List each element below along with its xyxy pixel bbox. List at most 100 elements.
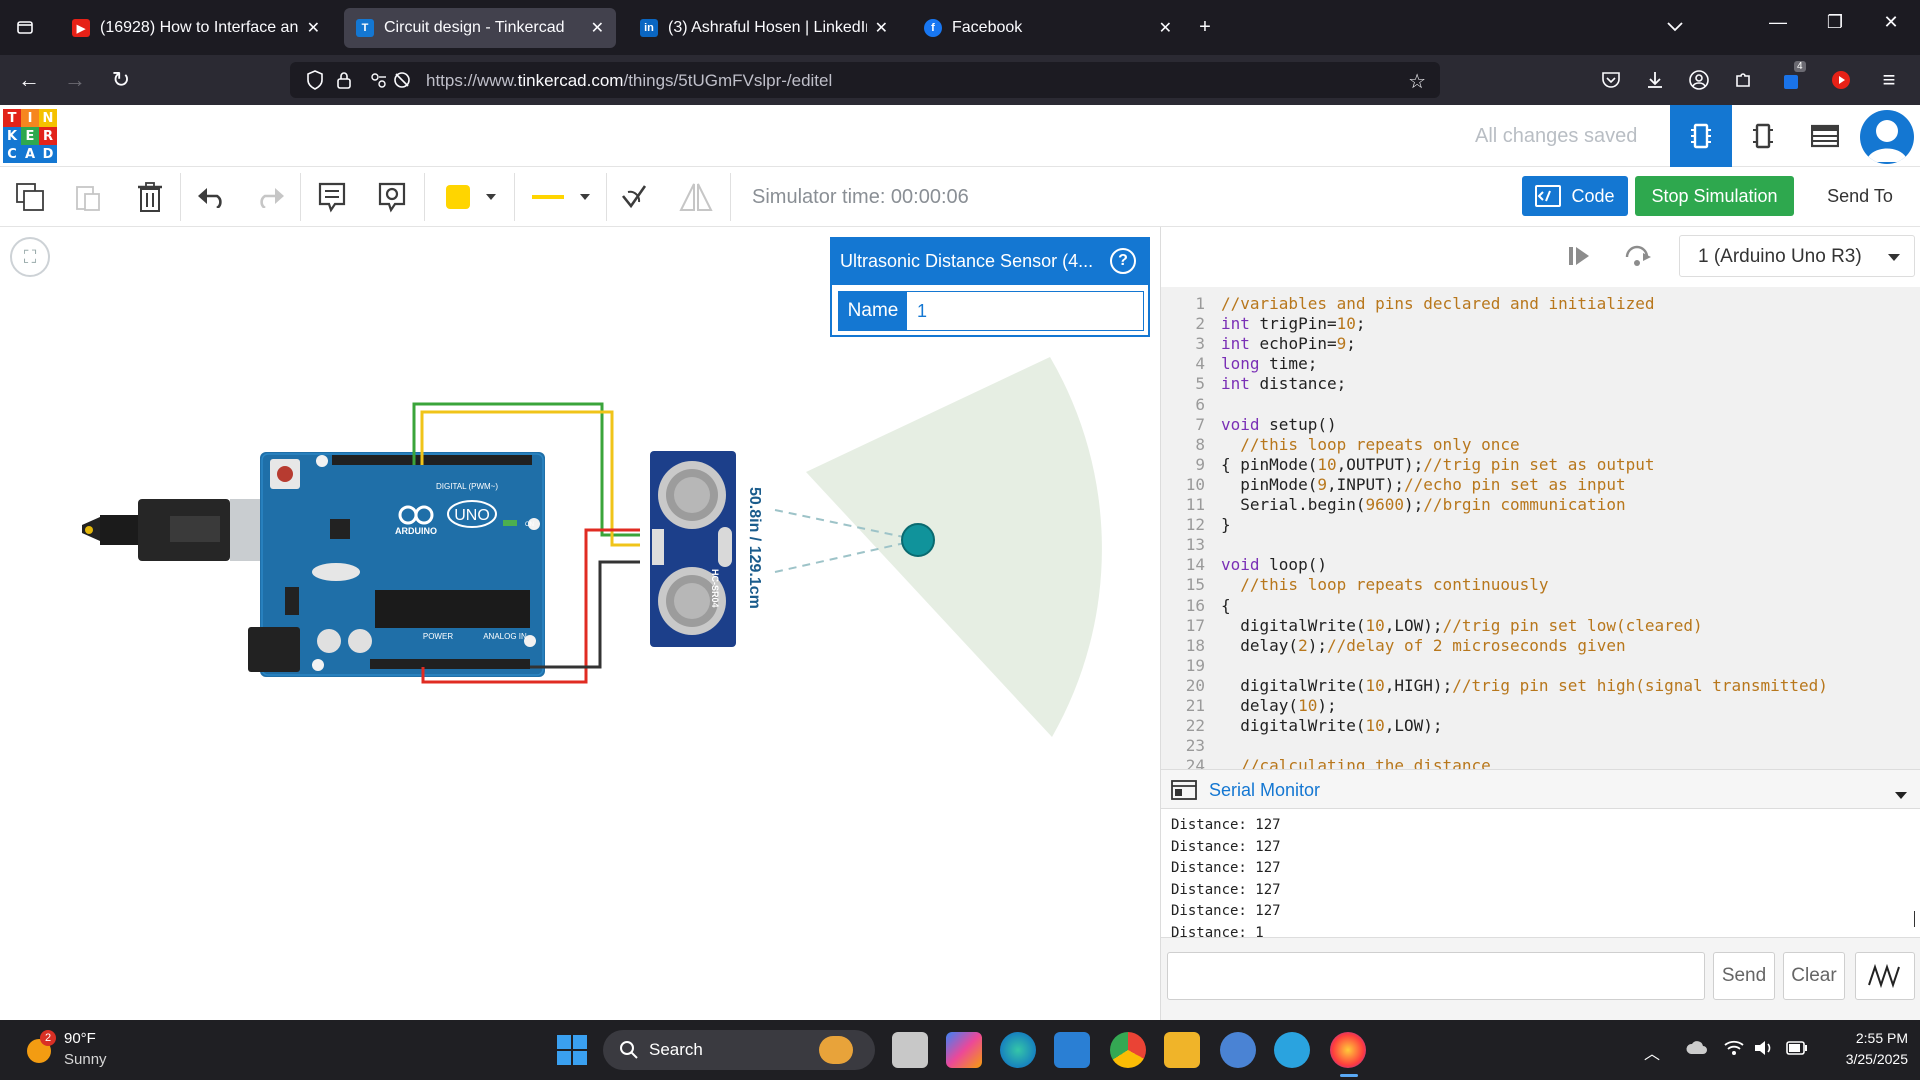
firefox-icon[interactable]	[1330, 1032, 1366, 1068]
microsoft-store-icon[interactable]	[1054, 1032, 1090, 1068]
serial-line: Distance: 1	[1171, 924, 1264, 938]
chrome-icon[interactable]	[1110, 1032, 1146, 1068]
device-select[interactable]: 1 (Arduino Uno R3)	[1679, 235, 1915, 277]
clock-time[interactable]: 2:55 PM	[1822, 1030, 1908, 1046]
rotate-icon[interactable]	[614, 177, 654, 217]
redo-icon[interactable]	[250, 177, 290, 217]
view-notes-icon[interactable]	[372, 177, 412, 217]
url-text[interactable]: https://www.tinkercad.com/things/5tUGmFV…	[426, 71, 832, 91]
serial-monitor-header[interactable]: Serial Monitor	[1161, 769, 1920, 809]
browser-tab[interactable]: in (3) Ashraful Hosen | LinkedIn ✕	[628, 8, 900, 48]
clear-button[interactable]: Clear	[1783, 952, 1845, 1000]
circuit-workplane[interactable]: ⛶ UNO ARDUINO DIGITAL (PWM~) POWER ANALO…	[0, 227, 1160, 1020]
serial-input[interactable]	[1167, 952, 1705, 1000]
sensor-range-cone	[806, 357, 1102, 737]
extension-badge-icon[interactable]: 4	[1780, 61, 1806, 93]
serial-output[interactable]: Distance: 127 Distance: 127 Distance: 127 D…	[1161, 809, 1920, 937]
send-button[interactable]: Send	[1713, 952, 1775, 1000]
tinkercad-logo[interactable]: TINKERCAD	[3, 109, 57, 163]
account-icon[interactable]	[1686, 67, 1712, 93]
windows-start-icon[interactable]	[556, 1034, 588, 1071]
code-line: 1 //variables and pins declared and initi…	[1161, 294, 1920, 314]
name-field[interactable]: Name 1	[838, 291, 1144, 331]
fill-color-picker[interactable]	[436, 177, 506, 217]
search-highlight-icon	[819, 1036, 853, 1064]
logo-letter: K	[3, 127, 21, 145]
weather-condition[interactable]: Sunny	[64, 1051, 107, 1068]
code-editor-icon	[1535, 185, 1562, 207]
volume-icon[interactable]	[1754, 1040, 1776, 1061]
undo-icon[interactable]	[192, 177, 232, 217]
clock-date[interactable]: 3/25/2025	[1822, 1051, 1908, 1067]
wire-type-picker[interactable]	[524, 177, 598, 217]
qbittorrent-icon[interactable]	[1220, 1032, 1256, 1068]
code-token: 10	[1298, 696, 1318, 715]
downloads-icon[interactable]	[1642, 67, 1668, 93]
code-text: int trigPin=10;	[1221, 314, 1366, 334]
lock-icon[interactable]	[336, 70, 352, 95]
restore-icon[interactable]: ❐	[1820, 12, 1850, 33]
reload-icon[interactable]: ↻	[108, 67, 134, 93]
wifi-icon[interactable]	[1724, 1040, 1744, 1061]
tab-close-icon[interactable]: ✕	[591, 18, 604, 38]
paste-icon[interactable]	[68, 177, 108, 217]
extensions-icon[interactable]	[1730, 67, 1756, 93]
component-list-icon[interactable]	[1794, 105, 1856, 167]
name-field-value[interactable]: 1	[917, 301, 927, 322]
telegram-icon[interactable]	[1274, 1032, 1310, 1068]
edge-icon[interactable]	[1000, 1032, 1036, 1068]
forward-icon[interactable]: →	[62, 67, 88, 93]
copilot-icon[interactable]	[946, 1032, 982, 1068]
wire-color-swatch	[532, 195, 564, 199]
permissions-icon[interactable]	[370, 71, 414, 94]
simulator-time: Simulator time: 00:00:06	[752, 186, 969, 208]
schematic-view-icon[interactable]	[1732, 105, 1794, 167]
stop-simulation-button[interactable]: Stop Simulation	[1635, 176, 1794, 216]
battery-icon[interactable]	[1786, 1041, 1808, 1060]
shield-icon[interactable]	[306, 70, 324, 95]
copy-icon[interactable]	[10, 177, 50, 217]
step-play-icon[interactable]	[1567, 245, 1591, 272]
task-view-icon[interactable]	[892, 1032, 928, 1068]
step-over-icon[interactable]	[1623, 245, 1651, 272]
browser-tab[interactable]: ▶ (16928) How to Interface an Ult ✕	[60, 8, 332, 48]
back-icon[interactable]: ←	[16, 67, 42, 93]
minimize-icon[interactable]: —	[1763, 12, 1793, 33]
list-all-tabs-icon[interactable]	[1660, 12, 1690, 42]
onedrive-icon[interactable]	[1686, 1040, 1708, 1061]
new-tab-icon[interactable]: +	[1190, 12, 1220, 42]
code-button[interactable]: Code	[1522, 176, 1628, 216]
file-explorer-icon[interactable]	[1164, 1032, 1200, 1068]
inspector-title: Ultrasonic Distance Sensor (4...	[840, 251, 1094, 271]
address-bar[interactable]: https://www.tinkercad.com/things/5tUGmFV…	[290, 62, 1440, 98]
browser-tab[interactable]: f Facebook ✕	[912, 8, 1184, 48]
collapse-chevron-icon[interactable]	[1895, 786, 1907, 804]
youtube-extension-icon[interactable]	[1828, 67, 1854, 93]
tab-list-icon[interactable]	[10, 12, 40, 42]
bookmark-star-icon[interactable]: ☆	[1408, 69, 1426, 94]
weather-temperature[interactable]: 90°F	[64, 1030, 96, 1047]
avatar[interactable]	[1860, 110, 1914, 164]
code-line: 10 pinMode(9,INPUT);//echo pin set as in…	[1161, 475, 1920, 495]
tab-close-icon[interactable]: ✕	[307, 18, 320, 38]
delete-icon[interactable]	[130, 177, 170, 217]
menu-icon[interactable]: ≡	[1876, 67, 1902, 93]
circuit-view-icon[interactable]	[1670, 105, 1732, 167]
code-line: 21 delay(10);	[1161, 696, 1920, 716]
window-close-icon[interactable]: ✕	[1876, 12, 1906, 33]
notes-icon[interactable]	[312, 177, 352, 217]
flip-icon[interactable]	[676, 177, 716, 217]
code-editor[interactable]: 1 //variables and pins declared and initi…	[1161, 287, 1920, 769]
code-line: 9 { pinMode(10,OUTPUT);//trig pin set as …	[1161, 455, 1920, 475]
browser-tab[interactable]: T Circuit design - Tinkercad ✕	[344, 8, 616, 48]
tab-close-icon[interactable]: ✕	[1159, 18, 1172, 38]
graph-button[interactable]	[1855, 952, 1915, 1000]
weather-sun-icon[interactable]: 2	[24, 1030, 56, 1069]
help-icon[interactable]: ?	[1110, 248, 1136, 274]
pocket-icon[interactable]	[1598, 67, 1624, 93]
tab-close-icon[interactable]: ✕	[875, 18, 888, 38]
send-to-button[interactable]: Send To	[1808, 176, 1912, 216]
chevron-up-icon[interactable]: ︿	[1644, 1040, 1660, 1064]
line-number: 20	[1185, 675, 1205, 695]
taskbar-search[interactable]: Search	[603, 1030, 875, 1070]
